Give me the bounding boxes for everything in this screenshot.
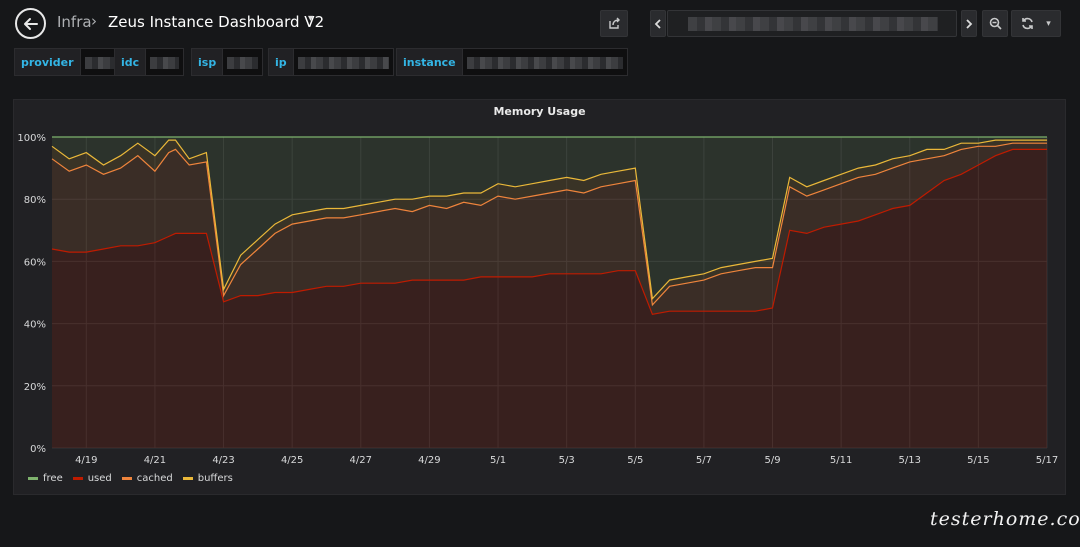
y-tick-label: 100% [17, 133, 46, 144]
x-tick-label: 5/13 [899, 455, 921, 466]
variable-label: provider [14, 48, 81, 76]
x-tick-label: 4/29 [418, 455, 440, 466]
x-tick-label: 4/27 [350, 455, 372, 466]
caret-down-icon[interactable]: ▾ [308, 13, 313, 24]
refresh-button[interactable]: ▾ [1011, 10, 1061, 37]
legend-swatch [182, 477, 193, 480]
legend-swatch [72, 477, 83, 480]
time-shift-back-button[interactable] [650, 10, 666, 37]
variable-value-redacted[interactable] [462, 48, 628, 76]
legend-item-buffers[interactable]: buffers [182, 473, 233, 484]
chevron-right-icon [966, 18, 973, 29]
variable-isp[interactable]: isp [191, 48, 264, 76]
back-button[interactable] [15, 8, 46, 39]
template-variables: provider idc isp ip instance [0, 46, 1080, 78]
x-tick-label: 4/23 [212, 455, 234, 466]
y-tick-label: 0% [30, 444, 46, 455]
y-tick-label: 40% [24, 320, 46, 331]
x-tick-label: 5/5 [627, 455, 643, 466]
y-tick-label: 80% [24, 195, 46, 206]
chart-legend: free used cached buffers [28, 473, 233, 484]
variable-provider[interactable]: provider [14, 48, 121, 76]
x-tick-label: 5/9 [764, 455, 780, 466]
breadcrumb-folder[interactable]: Infra [57, 13, 92, 31]
variable-label: ip [268, 48, 294, 76]
y-tick-label: 60% [24, 257, 46, 268]
variable-instance[interactable]: instance [396, 48, 628, 76]
variable-label: idc [114, 48, 147, 76]
x-tick-label: 5/3 [559, 455, 575, 466]
time-shift-forward-button[interactable] [961, 10, 977, 37]
zoom-out-button[interactable] [982, 10, 1008, 37]
x-tick-label: 5/7 [696, 455, 712, 466]
variable-value-redacted[interactable] [223, 48, 264, 76]
legend-item-used[interactable]: used [72, 473, 112, 484]
x-tick-label: 5/1 [490, 455, 506, 466]
variable-value-redacted[interactable] [293, 48, 394, 76]
legend-item-cached[interactable]: cached [121, 473, 173, 484]
share-dashboard-button[interactable] [600, 10, 628, 37]
y-tick-label: 20% [24, 382, 46, 393]
arrow-left-icon [23, 17, 38, 30]
share-icon [608, 17, 620, 29]
variable-idc[interactable]: idc [114, 48, 185, 76]
x-tick-label: 4/21 [144, 455, 166, 466]
time-range-redacted [688, 17, 938, 31]
time-range-picker[interactable] [667, 10, 957, 37]
x-tick-label: 5/17 [1036, 455, 1058, 466]
refresh-caret-icon: ▾ [1046, 18, 1051, 29]
variable-label: isp [191, 48, 224, 76]
x-tick-label: 5/11 [830, 455, 852, 466]
variable-label: instance [396, 48, 463, 76]
variable-value-redacted[interactable] [146, 48, 185, 76]
refresh-icon [1022, 17, 1034, 30]
x-tick-label: 4/25 [281, 455, 303, 466]
variable-ip[interactable]: ip [268, 48, 394, 76]
legend-swatch [28, 477, 38, 480]
legend-label: cached [136, 473, 173, 484]
zoom-out-icon [989, 17, 1002, 30]
legend-label: buffers [197, 473, 233, 484]
memory-usage-chart[interactable]: 0% 20% 40% 60% 80% 100% 4/19 4/21 4/23 4/25 4/27 4/… [14, 100, 1067, 470]
top-navbar: Infra › Zeus Instance Dashboard V2 ▾ ▾ [0, 0, 1080, 46]
memory-usage-panel: Memory Usage 0% 20% 40% 60% 80% 100% 4/19 4/21 4… [13, 99, 1066, 495]
breadcrumb-separator: › [91, 12, 97, 30]
watermark: testerhome.com [930, 508, 1080, 530]
legend-swatch [121, 477, 132, 480]
legend-label: used [87, 473, 112, 484]
legend-item-free[interactable]: free [28, 473, 63, 484]
x-tick-label: 4/19 [75, 455, 97, 466]
chevron-left-icon [654, 18, 661, 29]
dashboard-title[interactable]: Zeus Instance Dashboard V2 [108, 13, 324, 31]
x-tick-label: 5/15 [967, 455, 989, 466]
legend-label: free [43, 473, 63, 484]
